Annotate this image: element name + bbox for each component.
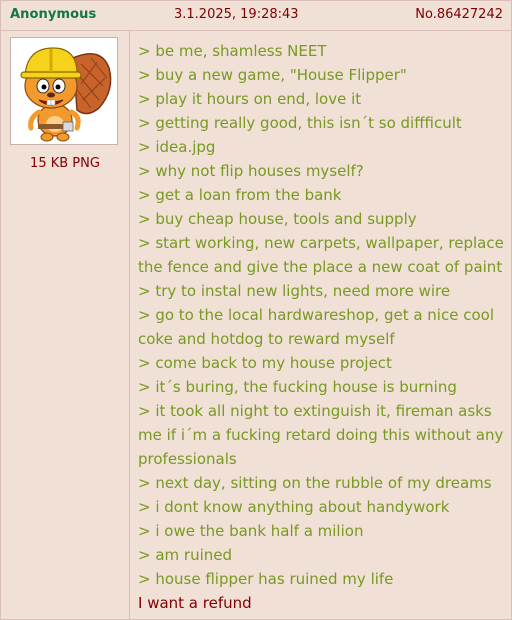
greentext-line: > next day, sitting on the rubble of my … [138,474,492,492]
greentext-line: > play it hours on end, love it [138,90,362,108]
closing-line: I want a refund [138,594,252,612]
post-thumbnail[interactable] [10,37,118,145]
post-date: 3.1.2025, 19:28:43 [174,7,299,22]
greentext-line: > buy a new game, "House Flipper" [138,66,407,84]
greentext-line: > come back to my house project [138,354,392,372]
post-header: Anonymous 3.1.2025, 19:28:43 No.86427242 [1,1,511,31]
cartoon-beaver-hardhat-icon [20,47,112,142]
post: Anonymous 3.1.2025, 19:28:43 No.86427242 [0,0,512,620]
greentext-line: > try to instal new lights, need more wi… [138,282,451,300]
greentext-line: > why not flip houses myself? [138,162,364,180]
post-body: > be me, shamless NEET > buy a new game,… [138,39,506,615]
greentext-line: > be me, shamless NEET [138,42,327,60]
greentext-line: > it took all night to extinguish it, fi… [138,402,504,468]
greentext-line: > buy cheap house, tools and supply [138,210,417,228]
poster-name: Anonymous [10,7,97,22]
greentext-line: > start working, new carpets, wallpaper,… [138,234,504,276]
greentext-line: > house flipper has ruined my life [138,570,394,588]
greentext-line: > i dont know anything about handywork [138,498,450,516]
file-info: 15 KB PNG [30,156,100,171]
file-column: 15 KB PNG [1,31,130,619]
greentext-line: > getting really good, this isn´t so dif… [138,114,462,132]
greentext-line: > i owe the bank half a milion [138,522,364,540]
post-number-link[interactable]: No.86427242 [415,7,503,22]
greentext-line: > get a loan from the bank [138,186,342,204]
greentext-line: > it´s buring, the fucking house is burn… [138,378,457,396]
greentext-line: > go to the local hardwareshop, get a ni… [138,306,494,348]
greentext-line: > idea.jpg [138,138,216,156]
greentext-line: > am ruined [138,546,233,564]
